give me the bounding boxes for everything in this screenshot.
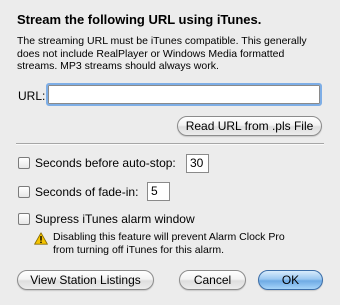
- auto-stop-checkbox[interactable]: [18, 157, 30, 169]
- read-pls-file-button[interactable]: Read URL from .pls File: [177, 116, 322, 136]
- fade-in-label: Seconds of fade-in:: [35, 185, 139, 199]
- url-input[interactable]: [46, 83, 322, 106]
- dialog-title: Stream the following URL using iTunes.: [17, 12, 262, 27]
- cancel-button[interactable]: Cancel: [179, 270, 246, 290]
- ok-button[interactable]: OK: [258, 270, 323, 290]
- view-station-listings-button[interactable]: View Station Listings: [17, 270, 154, 290]
- suppress-alarm-checkbox[interactable]: [18, 213, 30, 225]
- separator: [16, 143, 324, 145]
- auto-stop-seconds-field[interactable]: 30: [186, 154, 209, 173]
- url-label: URL:: [18, 89, 46, 103]
- warning-text: Disabling this feature will prevent Alar…: [53, 231, 285, 256]
- suppress-alarm-label: Supress iTunes alarm window: [35, 212, 195, 226]
- dialog-description: The streaming URL must be iTunes compati…: [17, 35, 307, 72]
- auto-stop-label: Seconds before auto-stop:: [35, 156, 176, 170]
- warning-triangle-icon: [34, 232, 48, 245]
- stream-url-dialog: Stream the following URL using iTunes. T…: [0, 0, 340, 305]
- fade-in-checkbox[interactable]: [18, 186, 30, 198]
- fade-in-seconds-field[interactable]: 5: [147, 182, 170, 201]
